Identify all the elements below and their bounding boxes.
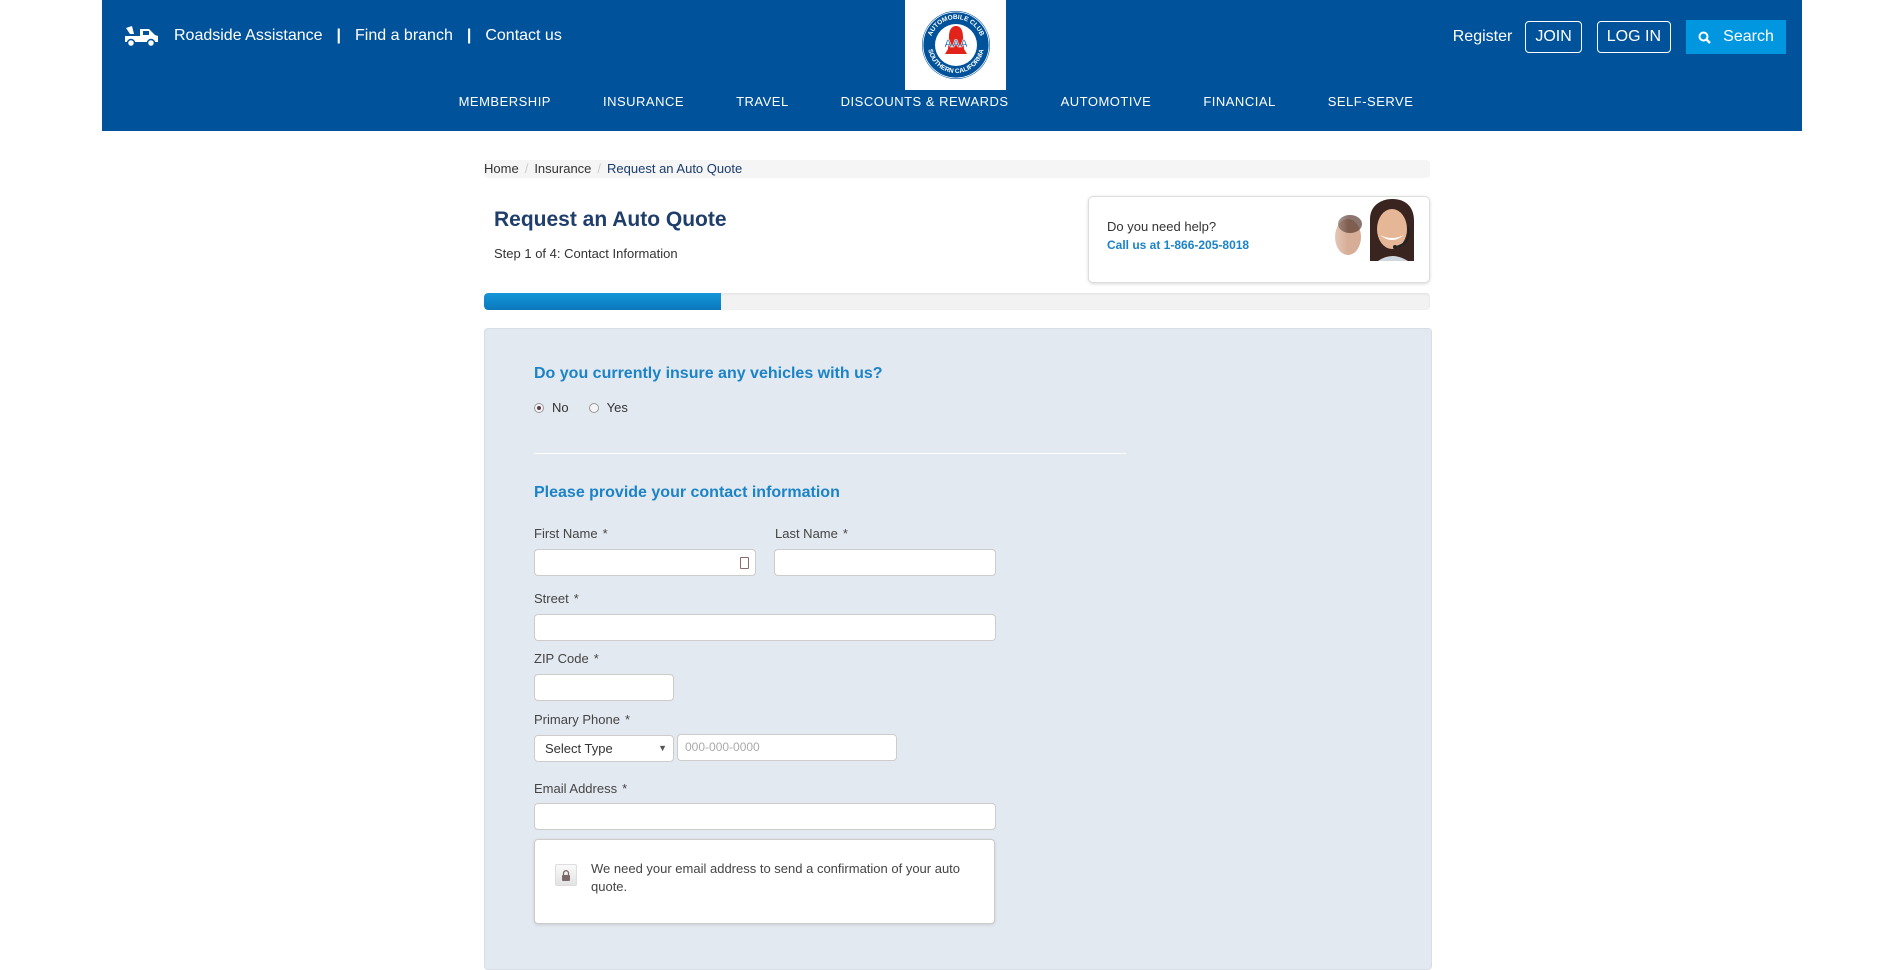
site-header: Roadside Assistance | Find a branch | Co… [102,0,1802,131]
first-name-label-text: First Name [534,526,598,541]
phone-placeholder: 000-000-0000 [685,740,760,754]
required-marker: * [842,526,848,541]
caret-down-icon: ▼ [658,743,667,753]
tow-truck-icon [125,26,158,48]
separator: | [336,27,342,44]
login-button[interactable]: LOG IN [1596,21,1671,53]
street-label: Street * [534,591,579,606]
join-button[interactable]: JOIN [1525,21,1582,53]
radio-yes[interactable] [588,402,599,413]
main-nav: MEMBERSHIP INSURANCE TRAVEL DISCOUNTS & … [102,94,1802,109]
breadcrumb: Home / Insurance / Request an Auto Quote [484,160,1430,178]
breadcrumb-separator: / [597,161,602,176]
first-name-input[interactable] [534,549,756,576]
find-a-branch-link[interactable]: Find a branch [355,27,453,45]
roadside-assistance-link[interactable]: Roadside Assistance [174,27,323,45]
support-agent-image [1308,199,1423,261]
nav-automotive[interactable]: AUTOMOTIVE [1061,94,1152,109]
svg-text:AAA: AAA [944,38,968,50]
page-title: Request an Auto Quote [494,208,727,231]
last-name-label: Last Name * [775,526,848,541]
insure-radio-group: No Yes [534,400,648,415]
street-input[interactable] [534,614,996,641]
help-phone-link[interactable]: Call us at 1-866-205-8018 [1107,238,1249,252]
required-marker: * [593,651,599,666]
email-info-text: We need your email address to send a con… [591,861,961,894]
aaa-logo[interactable]: AAA AUTOMOBILE CLUB SOUTHERN CALIFORNIA [905,0,1006,90]
zip-input[interactable] [534,674,674,701]
email-input[interactable] [534,803,996,830]
required-marker: * [624,712,631,727]
first-name-label: First Name * [534,526,608,541]
nav-insurance[interactable]: INSURANCE [603,94,684,109]
breadcrumb-separator: / [524,161,529,176]
breadcrumb-home[interactable]: Home [484,161,519,176]
progress-fill [484,293,721,310]
email-label-text: Email Address [534,781,618,796]
required-marker: * [573,591,579,606]
nav-financial[interactable]: FINANCIAL [1203,94,1275,109]
nav-membership[interactable]: MEMBERSHIP [459,94,551,109]
radio-yes-label[interactable]: Yes [607,400,628,415]
separator: | [466,27,472,44]
help-box: Do you need help? Call us at 1-866-205-8… [1088,196,1430,283]
search-icon [1698,31,1711,44]
contact-card-icon[interactable] [740,557,749,569]
help-question: Do you need help? [1107,219,1217,234]
step-indicator: Step 1 of 4: Contact Information [494,246,678,261]
zip-label-text: ZIP Code [534,651,589,666]
street-label-text: Street [534,591,569,606]
lock-icon [555,864,577,886]
last-name-label-text: Last Name [775,526,838,541]
search-button[interactable]: Search [1686,20,1786,54]
primary-phone-label: Primary Phone * [534,712,630,727]
aaa-logo-icon: AAA AUTOMOBILE CLUB SOUTHERN CALIFORNIA [921,11,990,79]
zip-label: ZIP Code * [534,651,599,666]
nav-discounts-rewards[interactable]: DISCOUNTS & REWARDS [841,94,1009,109]
register-link[interactable]: Register [1453,28,1513,46]
breadcrumb-current: Request an Auto Quote [607,161,743,176]
utility-nav: Roadside Assistance | Find a branch | Co… [124,22,562,50]
phone-type-value: Select Type [545,741,613,756]
contact-heading: Please provide your contact information [534,484,840,501]
quote-form-panel: Do you currently insure any vehicles wit… [484,328,1432,970]
nav-travel[interactable]: TRAVEL [736,94,789,109]
insure-question: Do you currently insure any vehicles wit… [534,365,883,382]
email-label: Email Address * [534,781,627,796]
search-label: Search [1723,28,1774,45]
breadcrumb-insurance[interactable]: Insurance [534,161,591,176]
last-name-input[interactable] [774,549,996,576]
email-info-box: We need your email address to send a con… [534,839,995,924]
phone-number-input[interactable]: 000-000-0000 [677,734,897,761]
required-marker: * [602,526,608,541]
radio-no[interactable] [534,402,544,413]
radio-no-label[interactable]: No [552,400,569,415]
phone-type-select[interactable]: Select Type ▼ [534,735,674,762]
required-marker: * [622,781,628,796]
primary-phone-label-text: Primary Phone [534,712,620,727]
account-nav: Register JOIN LOG IN Search [1453,20,1786,54]
nav-self-serve[interactable]: SELF-SERVE [1328,94,1414,109]
section-divider [534,453,1126,454]
progress-bar [484,293,1430,310]
contact-us-link[interactable]: Contact us [485,27,561,45]
